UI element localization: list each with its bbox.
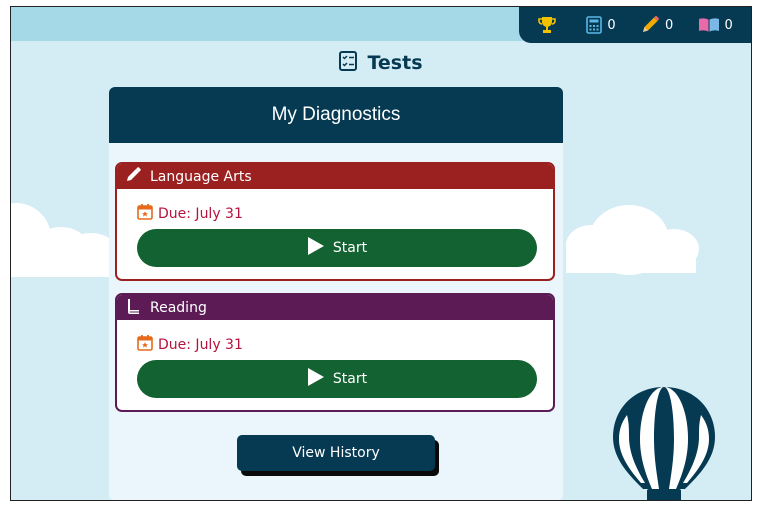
app-frame: 0 0 0 Tests My Diagnostics Language Arts…	[10, 6, 752, 501]
calculator-icon	[586, 16, 603, 34]
trophy-icon	[537, 15, 557, 35]
pencil-stat[interactable]: 0	[640, 15, 673, 35]
due-text: Due: July 31	[158, 336, 243, 353]
play-icon	[307, 236, 325, 260]
view-history-button[interactable]: View History	[237, 435, 435, 471]
page-title: Tests	[11, 49, 751, 77]
start-label: Start	[332, 240, 368, 256]
panel-title: My Diagnostics	[271, 104, 401, 125]
start-button[interactable]: Start	[137, 360, 537, 398]
book-icon	[698, 16, 720, 34]
book-stat[interactable]: 0	[698, 16, 733, 34]
calculator-count: 0	[607, 17, 616, 33]
calendar-icon	[137, 203, 153, 224]
trophy-stat[interactable]	[537, 15, 562, 35]
calendar-icon	[137, 334, 153, 355]
card-header: Language Arts	[117, 164, 553, 189]
checklist-icon	[339, 50, 358, 76]
stats-bar: 0 0 0	[519, 7, 751, 43]
diagnostics-panel: My Diagnostics Language Arts Due: July 3…	[109, 87, 563, 500]
test-card-reading: Reading Due: July 31 Start	[115, 293, 555, 412]
due-text: Due: July 31	[158, 205, 243, 222]
book-count: 0	[724, 17, 733, 33]
card-header: Reading	[117, 295, 553, 320]
calculator-stat[interactable]: 0	[586, 16, 616, 34]
play-icon	[307, 367, 325, 391]
pencil-count: 0	[664, 17, 674, 33]
due-date: Due: July 31	[137, 334, 553, 355]
start-label: Start	[332, 371, 368, 387]
panel-header: My Diagnostics	[109, 87, 563, 143]
page-title-text: Tests	[367, 52, 423, 74]
card-subject: Language Arts	[150, 168, 252, 185]
balloon-illustration	[609, 385, 719, 500]
pencil-icon	[640, 15, 660, 35]
due-date: Due: July 31	[137, 203, 553, 224]
book-icon	[125, 298, 141, 318]
card-subject: Reading	[150, 299, 207, 316]
start-button[interactable]: Start	[137, 229, 537, 267]
test-card-language-arts: Language Arts Due: July 31 Start	[115, 162, 555, 281]
pencil-icon	[125, 166, 141, 187]
view-history-label: View History	[292, 445, 380, 461]
